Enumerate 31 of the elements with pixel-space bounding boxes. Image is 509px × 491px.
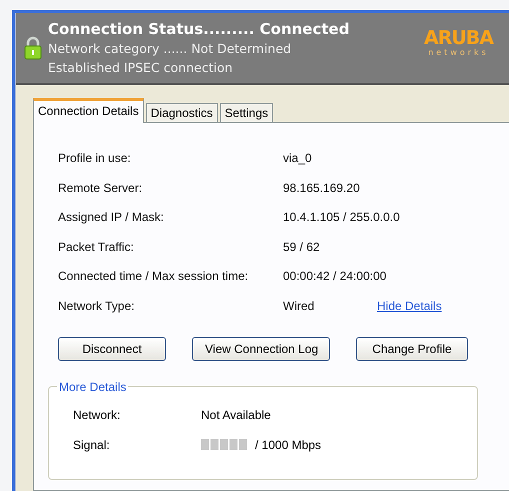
hide-details-link[interactable]: Hide Details	[377, 298, 442, 313]
field-label: Assigned IP / Mask:	[58, 210, 165, 224]
connection-status: Connection Status......... Connected	[48, 19, 350, 39]
field-label: Remote Server:	[58, 180, 144, 195]
tab[interactable]: Diagnostics	[146, 103, 218, 122]
lock-icon	[24, 36, 42, 60]
tab[interactable]: Connection Details	[33, 98, 144, 123]
field-value: Wired	[283, 298, 316, 313]
field-label: Network:	[73, 408, 122, 422]
field-value: via_0	[283, 151, 313, 165]
logo-tagline: networks	[428, 48, 489, 58]
signal-bars-icon	[201, 439, 247, 450]
field-label: Connected time / Max session time:	[58, 269, 250, 284]
more-details-group: More Details Network: Not Available Signal: / 1000 Mbps	[48, 380, 478, 480]
tab[interactable]: Settings	[220, 103, 274, 122]
field-label: Signal:	[73, 438, 111, 452]
action-button[interactable]: View Connection Log	[192, 336, 330, 361]
field-value: 00:00:42 / 24:00:00	[283, 269, 386, 284]
action-button[interactable]: Disconnect	[58, 336, 166, 361]
action-button[interactable]: Change Profile	[356, 336, 468, 361]
network-category: Network category ...... Not Determined	[48, 40, 292, 58]
field-label: Packet Traffic:	[58, 240, 135, 254]
logo-name: ARUBA	[424, 28, 493, 48]
field-label: Network Type:	[58, 298, 136, 313]
field-value: 10.4.1.105 / 255.0.0.0	[283, 210, 400, 224]
field-value: 98.165.169.20	[283, 180, 361, 195]
field-value: 59 / 62	[283, 240, 321, 254]
field-value: / 1000 Mbps	[255, 438, 322, 452]
connection-message: Established IPSEC connection	[48, 59, 234, 77]
field-value: Not Available	[201, 408, 272, 422]
field-label: Profile in use:	[58, 151, 132, 165]
